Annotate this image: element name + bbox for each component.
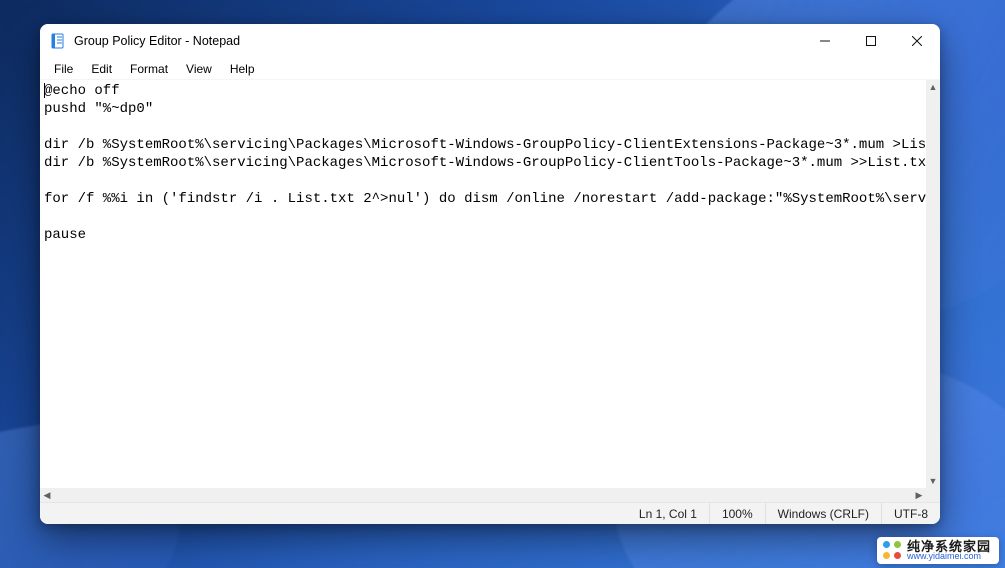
status-caret-position: Ln 1, Col 1 — [627, 503, 709, 524]
desktop: Group Policy Editor - Notepad Fil — [0, 0, 1005, 568]
window-controls — [802, 24, 940, 58]
status-zoom: 100% — [709, 503, 765, 524]
scroll-down-icon[interactable]: ▼ — [926, 474, 940, 488]
close-button[interactable] — [894, 24, 940, 58]
horizontal-scrollbar[interactable]: ◀ ▶ — [40, 488, 926, 502]
status-line-ending: Windows (CRLF) — [765, 503, 881, 524]
menu-file[interactable]: File — [46, 60, 81, 78]
scroll-left-icon[interactable]: ◀ — [40, 488, 54, 502]
minimize-button[interactable] — [802, 24, 848, 58]
editor-area: @echo off pushd "%~dp0" dir /b %SystemRo… — [40, 80, 940, 502]
scroll-right-icon[interactable]: ▶ — [912, 488, 926, 502]
notepad-window: Group Policy Editor - Notepad Fil — [40, 24, 940, 524]
watermark-logo-icon — [883, 541, 901, 559]
menu-view[interactable]: View — [178, 60, 220, 78]
titlebar[interactable]: Group Policy Editor - Notepad — [40, 24, 940, 58]
watermark-url: www.yidaimei.com — [907, 552, 991, 561]
vscroll-track[interactable] — [926, 94, 940, 474]
watermark: 纯净系统家园 www.yidaimei.com — [877, 537, 999, 564]
notepad-icon — [50, 33, 66, 49]
text-editor[interactable]: @echo off pushd "%~dp0" dir /b %SystemRo… — [40, 80, 926, 488]
vertical-scrollbar[interactable]: ▲ ▼ — [926, 80, 940, 488]
scroll-up-icon[interactable]: ▲ — [926, 80, 940, 94]
menubar: File Edit Format View Help — [40, 58, 940, 80]
menu-edit[interactable]: Edit — [83, 60, 120, 78]
maximize-button[interactable] — [848, 24, 894, 58]
statusbar: Ln 1, Col 1 100% Windows (CRLF) UTF-8 — [40, 502, 940, 524]
scroll-corner — [926, 488, 940, 502]
status-encoding: UTF-8 — [881, 503, 940, 524]
window-title: Group Policy Editor - Notepad — [74, 34, 240, 48]
menu-help[interactable]: Help — [222, 60, 263, 78]
menu-format[interactable]: Format — [122, 60, 176, 78]
